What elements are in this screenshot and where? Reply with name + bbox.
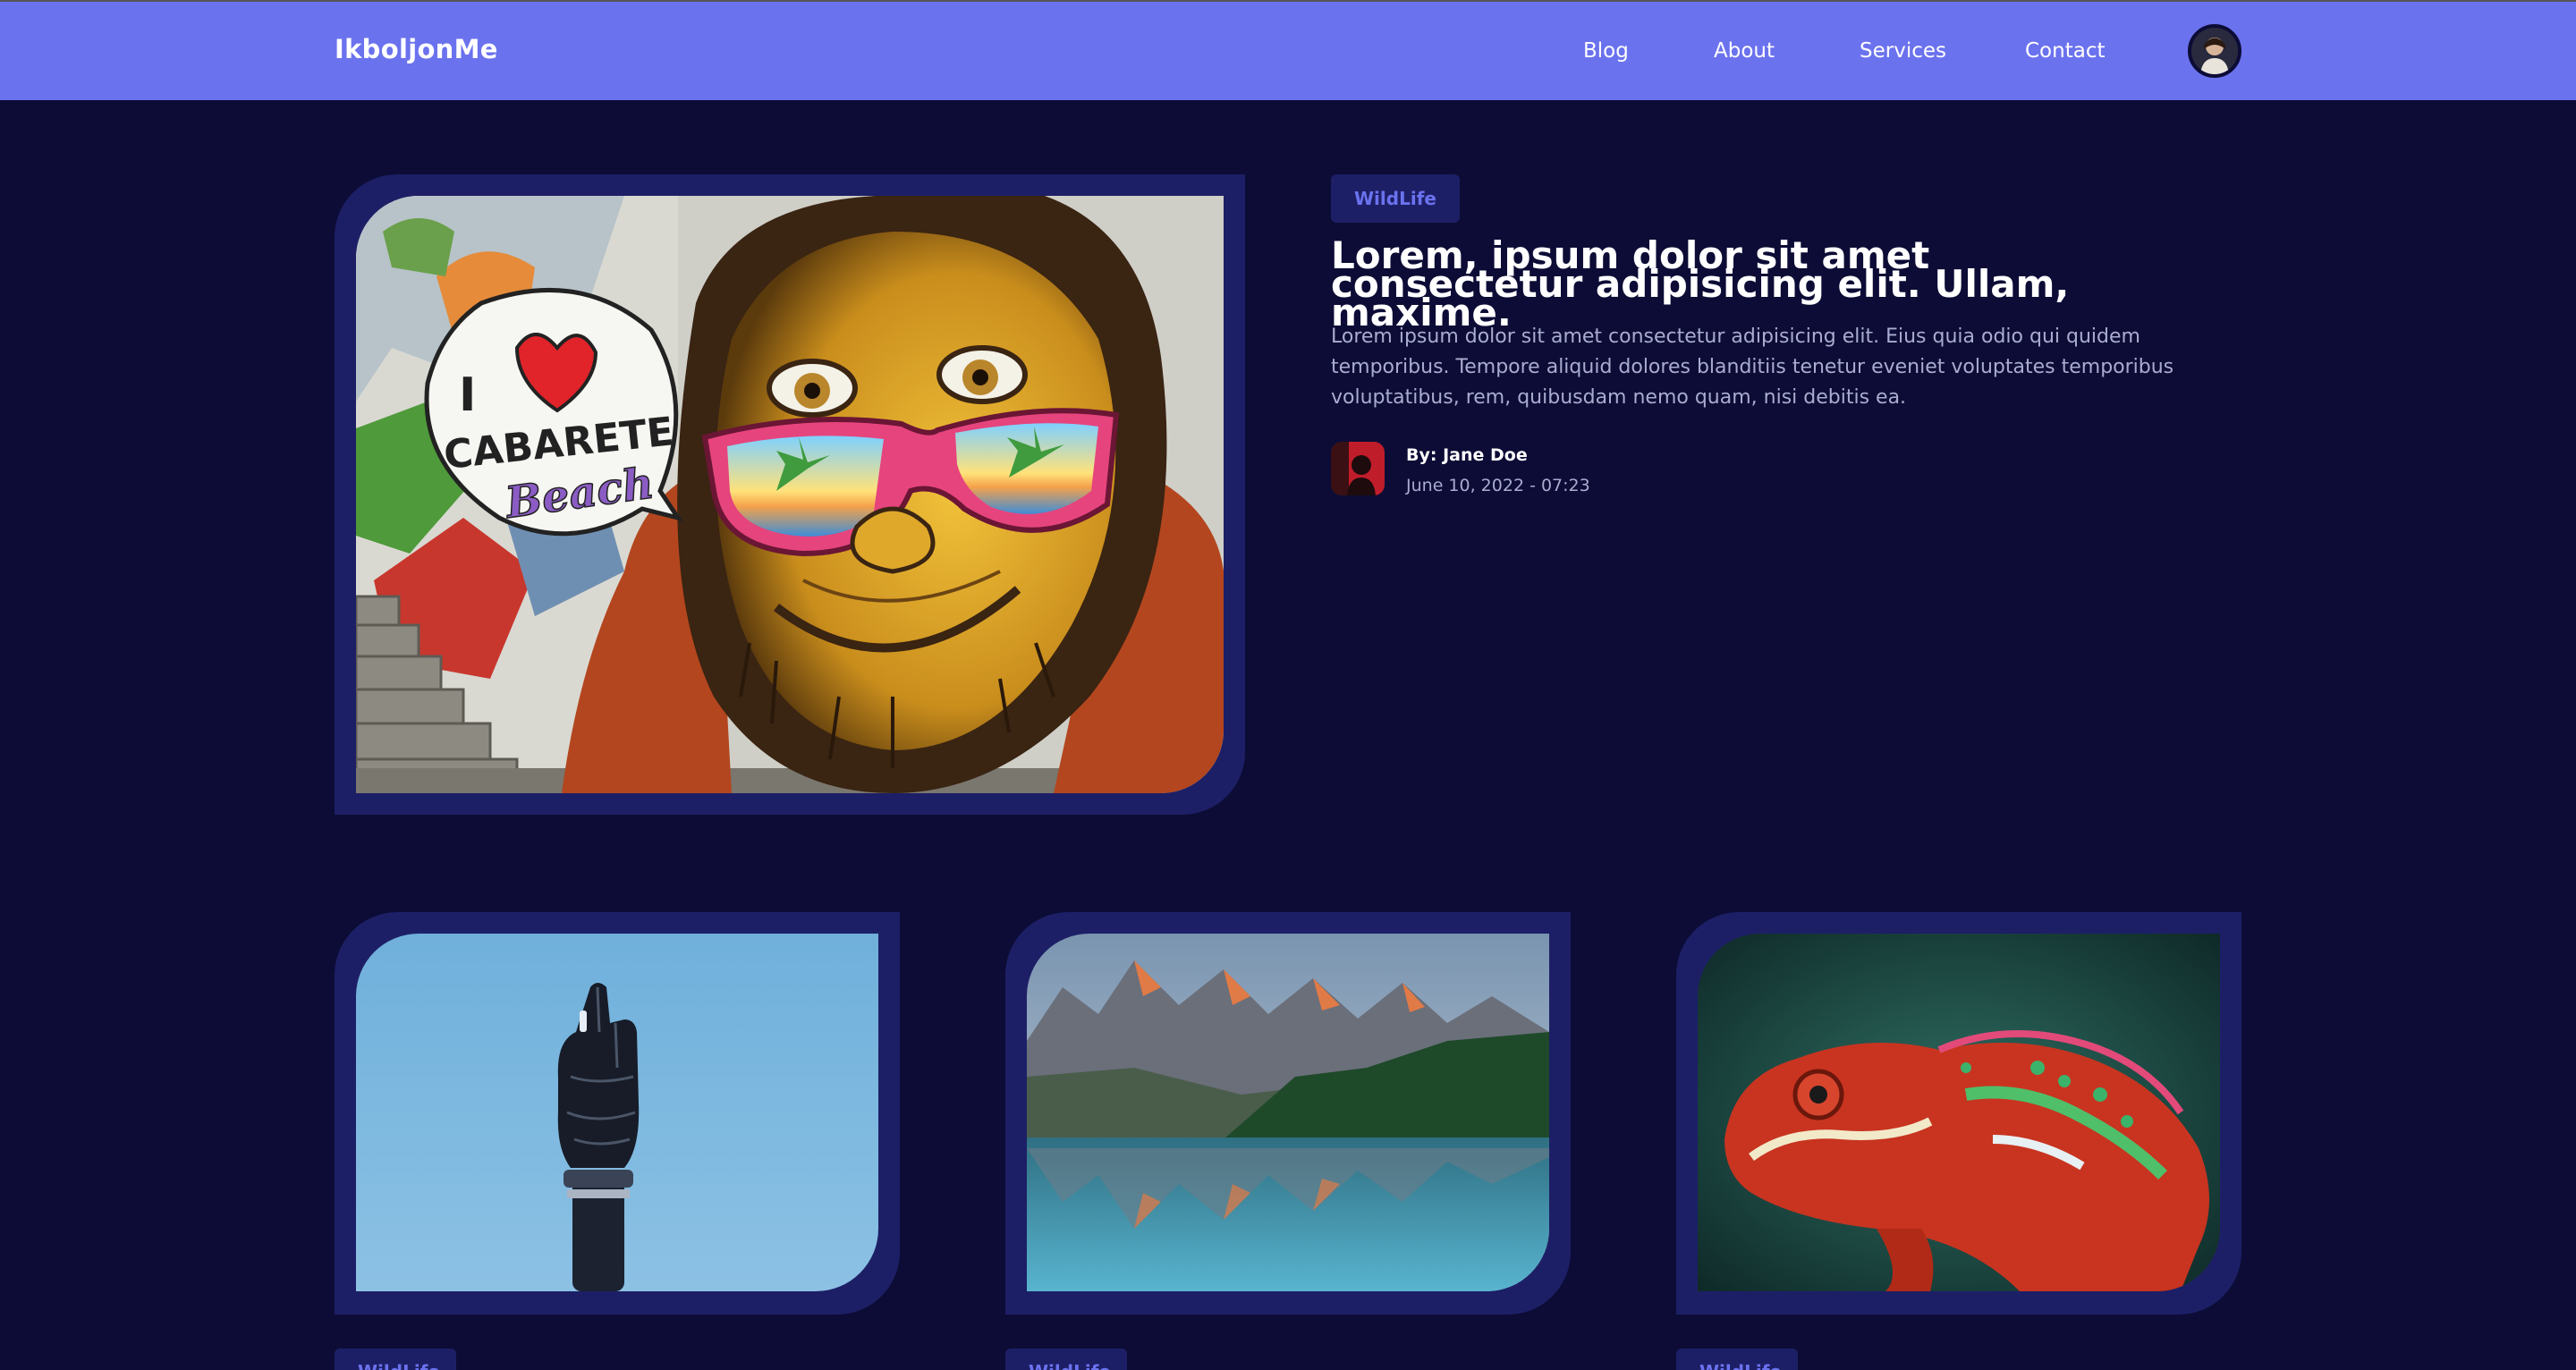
post-card-image[interactable] bbox=[1027, 934, 1549, 1291]
post-card-image-frame[interactable] bbox=[335, 912, 900, 1315]
post-card-image[interactable] bbox=[1698, 934, 2220, 1291]
nav-link-about[interactable]: About bbox=[1714, 39, 1775, 63]
author-name[interactable]: By: Jane Doe bbox=[1406, 445, 1528, 465]
post-card-image[interactable] bbox=[356, 934, 878, 1291]
nav-link-services[interactable]: Services bbox=[1860, 39, 1946, 63]
author-avatar bbox=[1331, 442, 1385, 495]
featured-post-title[interactable]: Lorem, ipsum dolor sit amet consectetur … bbox=[1331, 237, 2190, 332]
nav-link-contact[interactable]: Contact bbox=[2025, 39, 2105, 63]
post-card-category-badge[interactable]: WildLife bbox=[1676, 1349, 1798, 1370]
post-date: June 10, 2022 - 07:23 bbox=[1406, 476, 1590, 495]
post-card-image-frame[interactable] bbox=[1676, 912, 2241, 1315]
featured-category-badge[interactable]: WildLife bbox=[1331, 174, 1460, 223]
post-card-image-frame[interactable] bbox=[1005, 912, 1571, 1315]
graffiti-letter-i: I bbox=[459, 368, 476, 422]
featured-post-excerpt: Lorem ipsum dolor sit amet consectetur a… bbox=[1331, 326, 2174, 409]
post-card-category-badge[interactable]: WildLife bbox=[335, 1349, 456, 1370]
featured-post-image-frame[interactable]: I CABARETE Beach bbox=[335, 174, 1245, 815]
brand-logo[interactable]: IkboljonMe bbox=[335, 34, 498, 64]
featured-post-image[interactable]: I CABARETE Beach bbox=[356, 196, 1224, 793]
user-avatar[interactable] bbox=[2188, 24, 2241, 78]
navbar: IkboljonMe Blog About Services Contact bbox=[0, 2, 2576, 100]
post-card-category-badge[interactable]: WildLife bbox=[1005, 1349, 1127, 1370]
nav-link-blog[interactable]: Blog bbox=[1583, 39, 1629, 63]
